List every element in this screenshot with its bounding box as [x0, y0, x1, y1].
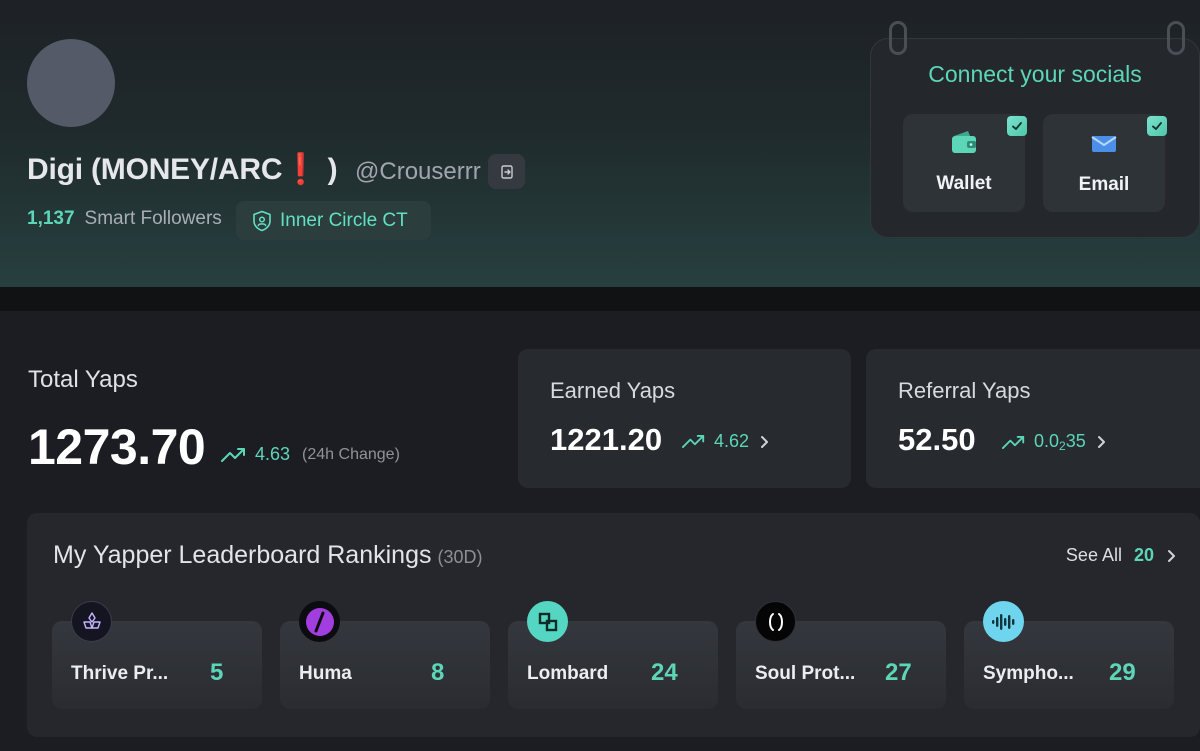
email-icon — [1091, 136, 1117, 152]
referral-change-prefix: 0.0 — [1034, 431, 1060, 451]
referral-yaps-value: 52.50 — [898, 422, 976, 457]
check-icon — [1007, 116, 1027, 136]
display-name-close: ) — [319, 153, 338, 186]
ranking-card-lombard[interactable]: Lombard 24 — [508, 601, 718, 709]
see-all-button[interactable]: See All 20 — [1066, 545, 1176, 566]
leaderboard-title: My Yapper Leaderboard Rankings (30D) — [53, 541, 483, 570]
total-change-value: 4.63 — [255, 444, 291, 464]
thrive-logo-icon — [71, 601, 112, 642]
referral-yaps-change: 0.0235 — [1002, 431, 1106, 453]
ranking-name: Soul Prot... — [755, 663, 856, 684]
huma-logo-icon — [299, 601, 340, 642]
avatar[interactable] — [27, 39, 115, 127]
soul-protocol-logo-icon — [755, 601, 796, 642]
shield-user-icon — [253, 210, 271, 231]
badge-label: Inner Circle CT — [280, 209, 408, 231]
chevron-right-icon — [1168, 549, 1175, 562]
chevron-right-icon — [761, 435, 769, 448]
ranking-name: Thrive Pr... — [71, 663, 169, 684]
email-tile[interactable]: Email — [1043, 114, 1167, 212]
earned-yaps-change: 4.62 — [682, 431, 769, 452]
ranking-value: 8 — [431, 659, 445, 686]
see-all-count: 20 — [1133, 545, 1154, 565]
earned-yaps-value: 1221.20 — [550, 422, 663, 457]
referral-yaps-label: Referral Yaps — [898, 378, 1031, 403]
ranking-value: 5 — [210, 659, 224, 686]
followers-count: 1,137 — [27, 208, 75, 229]
socials-title: Connect your socials — [928, 61, 1142, 87]
earned-yaps-card[interactable]: Earned Yaps 1221.20 4.62 — [518, 349, 851, 488]
check-icon — [1147, 116, 1167, 136]
handle[interactable]: @Crouserrr — [355, 158, 481, 186]
total-yaps-label: Total Yaps — [28, 366, 138, 393]
display-name: Digi (MONEY/ARC❗ ) — [27, 152, 338, 190]
leaderboard-panel: My Yapper Leaderboard Rankings (30D) See … — [27, 513, 1200, 737]
total-yaps-value: 1273.70 — [28, 419, 206, 475]
trend-up-icon — [682, 435, 705, 448]
ranking-name: Huma — [299, 663, 352, 684]
total-change-note: (24h Change) — [302, 445, 400, 463]
followers-label: Smart Followers — [84, 208, 222, 229]
inner-circle-badge[interactable]: Inner Circle CT — [236, 201, 431, 240]
ranking-card-huma[interactable]: Huma 8 — [280, 601, 490, 709]
referral-yaps-card[interactable]: Referral Yaps 52.50 0.0235 — [866, 349, 1200, 488]
sign-out-icon — [500, 164, 513, 179]
leaderboard-title-text: My Yapper Leaderboard Rankings — [53, 541, 432, 569]
lombard-logo-icon — [527, 601, 568, 642]
see-all-label: See All — [1065, 545, 1122, 565]
display-name-text: Digi (MONEY/ARC — [27, 153, 283, 186]
binder-ring-left — [889, 21, 907, 55]
binder-ring-right — [1167, 21, 1185, 55]
ranking-card-soul-protocol[interactable]: Soul Prot... 27 — [736, 601, 946, 709]
ranking-value: 27 — [885, 659, 912, 686]
ranking-card-thrive[interactable]: Thrive Pr... 5 — [52, 601, 262, 709]
referral-change-subscript: 2 — [1059, 439, 1066, 453]
ranking-name: Lombard — [527, 663, 609, 684]
wallet-tile[interactable]: Wallet — [903, 114, 1027, 212]
email-label: Email — [1078, 174, 1130, 195]
referral-change-value: 0.0235 — [1034, 431, 1086, 453]
wallet-label: Wallet — [936, 173, 992, 194]
ranking-name: Sympho... — [983, 663, 1074, 684]
ranking-value: 29 — [1109, 659, 1136, 686]
chevron-right-icon — [1097, 436, 1105, 448]
wallet-icon — [952, 131, 976, 153]
leaderboard-period: (30D) — [437, 547, 483, 567]
earned-change-value: 4.62 — [714, 431, 750, 451]
referral-change-suffix: 35 — [1065, 431, 1086, 451]
exclamation-emoji: ❗ — [282, 153, 320, 186]
trend-up-icon — [221, 447, 245, 462]
smart-followers[interactable]: 1,137 Smart Followers — [27, 208, 222, 230]
symphony-logo-icon — [983, 601, 1024, 642]
connect-socials-card: Connect your socials Wallet Email — [870, 21, 1200, 238]
signout-button[interactable] — [488, 154, 525, 189]
ranking-card-symphony[interactable]: Sympho... 29 — [964, 601, 1174, 709]
earned-yaps-label: Earned Yaps — [550, 378, 676, 403]
trend-up-icon — [1002, 435, 1025, 449]
total-yaps-change: 4.63 (24h Change) — [221, 444, 400, 465]
section-divider — [0, 287, 1200, 311]
ranking-value: 24 — [651, 659, 678, 686]
